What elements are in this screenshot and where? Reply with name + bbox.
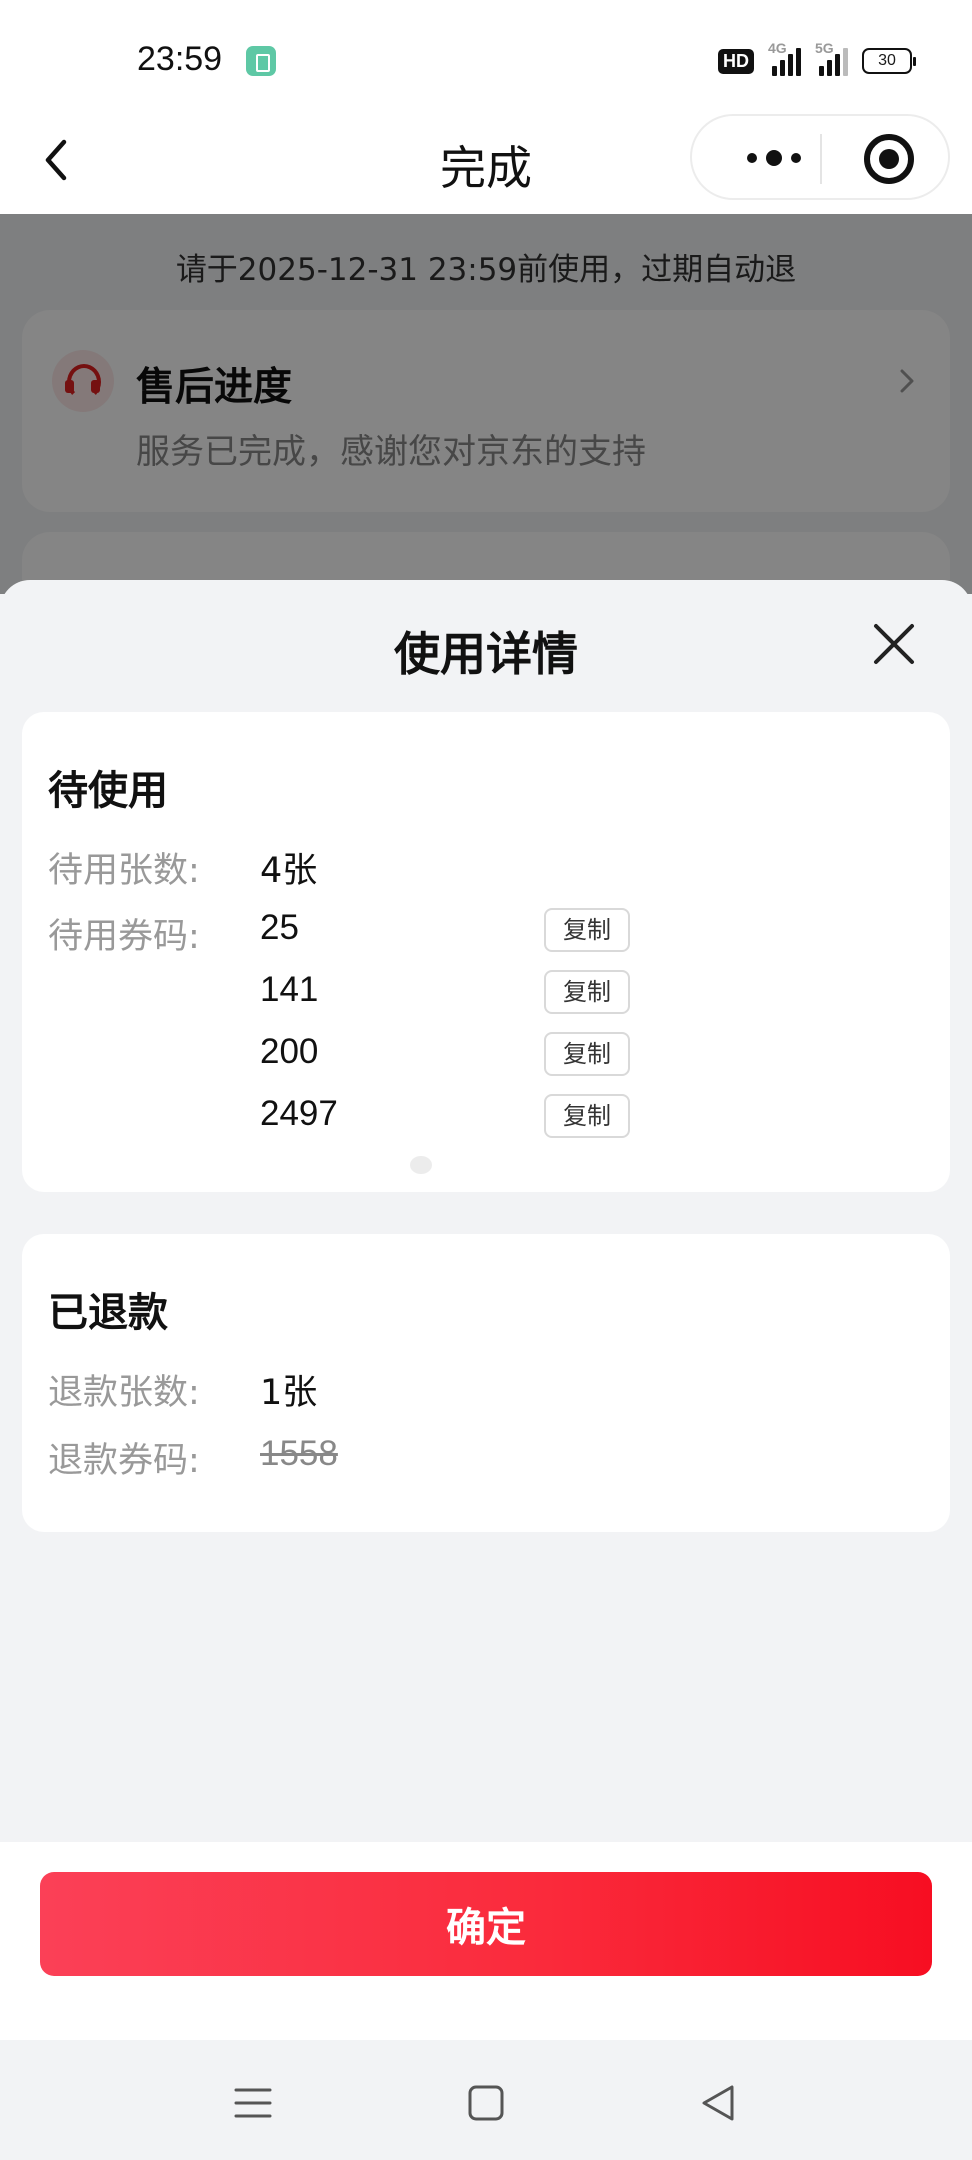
close-icon[interactable] xyxy=(866,616,922,672)
hd-icon: HD xyxy=(718,48,754,74)
copy-button[interactable]: 复制 xyxy=(544,1094,630,1138)
capsule-divider xyxy=(820,134,822,184)
signal-5g-icon: 5G xyxy=(815,40,848,76)
refunded-card: 已退款 退款张数: 1张 退款券码: 1558 xyxy=(22,1234,950,1532)
pending-count-value: 4张 xyxy=(260,851,318,891)
status-bar: 23:59 HD 4G 5G 30 xyxy=(0,0,972,110)
modal-overlay[interactable] xyxy=(0,214,972,594)
voucher-code: 200 xyxy=(260,1032,319,1071)
pending-count-label: 待用张数: xyxy=(48,851,200,891)
voucher-code: 2497 xyxy=(260,1094,338,1133)
copy-button[interactable]: 复制 xyxy=(544,970,630,1014)
nav-bar: 完成 xyxy=(0,110,972,214)
bottom-action-bar: 确定 xyxy=(0,1842,972,2040)
refund-count-label: 退款张数: xyxy=(48,1373,200,1413)
refund-code: 1558 xyxy=(260,1434,338,1473)
status-indicators: HD 4G 5G 30 xyxy=(718,40,916,78)
confirm-button[interactable]: 确定 xyxy=(40,1872,932,1976)
pending-heading: 待使用 xyxy=(48,768,168,814)
miniprogram-capsule xyxy=(690,114,950,200)
signal-4g-icon: 4G xyxy=(768,40,801,76)
pending-codes-label: 待用券码: xyxy=(48,917,200,957)
refunded-heading: 已退款 xyxy=(48,1290,168,1336)
usage-details-sheet: 使用详情 待使用 待用张数: 4张 待用券码: 25 复制 141 复制 200… xyxy=(0,580,972,2040)
menu-icon[interactable] xyxy=(230,2080,276,2126)
redaction-mark xyxy=(410,1156,432,1174)
refund-count-value: 1张 xyxy=(260,1373,318,1413)
back-triangle-icon[interactable] xyxy=(696,2080,742,2126)
voucher-code: 141 xyxy=(260,970,319,1009)
voucher-code: 25 xyxy=(260,908,299,947)
refund-code-label: 退款券码: xyxy=(48,1441,200,1481)
pending-card: 待使用 待用张数: 4张 待用券码: 25 复制 141 复制 200 复制 2… xyxy=(22,712,950,1192)
target-icon[interactable] xyxy=(864,134,914,184)
sheet-title: 使用详情 xyxy=(394,627,578,681)
system-nav-bar xyxy=(0,2040,972,2160)
more-dots-icon[interactable] xyxy=(724,130,824,186)
battery-icon: 30 xyxy=(862,48,916,74)
copy-button[interactable]: 复制 xyxy=(544,908,630,952)
copy-button[interactable]: 复制 xyxy=(544,1032,630,1076)
status-time: 23:59 xyxy=(137,40,223,78)
home-square-icon[interactable] xyxy=(463,2080,509,2126)
app-notification-icon xyxy=(246,46,276,76)
